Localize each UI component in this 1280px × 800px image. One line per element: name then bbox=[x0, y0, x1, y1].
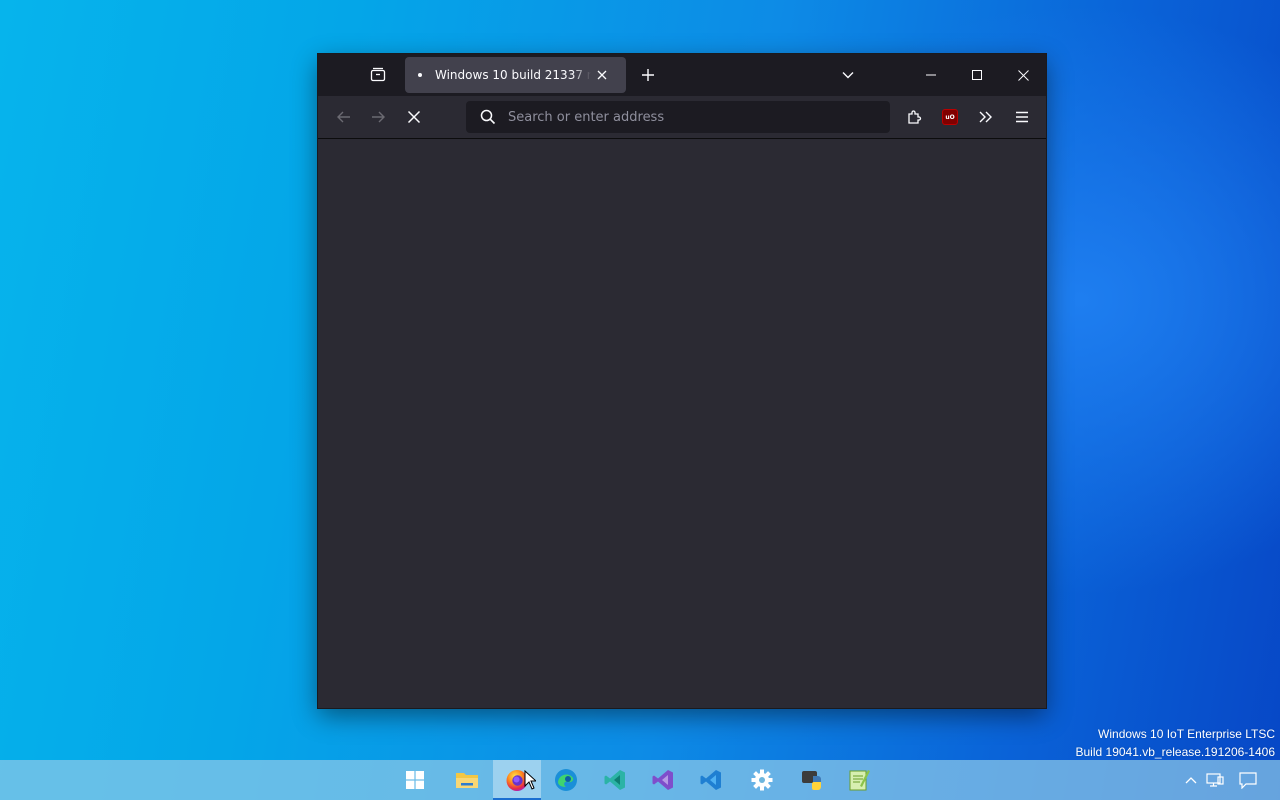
search-icon bbox=[480, 109, 496, 125]
notification-icon bbox=[1239, 771, 1257, 789]
forward-button[interactable] bbox=[362, 101, 394, 133]
chevron-up-icon bbox=[1185, 777, 1197, 784]
maximize-icon bbox=[972, 70, 982, 80]
close-icon bbox=[597, 70, 607, 80]
network-icon bbox=[1206, 773, 1224, 787]
gear-icon bbox=[751, 769, 773, 791]
firefox-window: Windows 10 build 21337 rolls out bbox=[318, 54, 1046, 708]
taskbar-firefox[interactable] bbox=[493, 760, 541, 800]
watermark-edition: Windows 10 IoT Enterprise LTSC bbox=[1098, 727, 1275, 741]
puzzle-icon bbox=[908, 110, 922, 124]
taskbar-python[interactable] bbox=[789, 760, 837, 800]
page-content-area[interactable] bbox=[318, 139, 1046, 708]
navigation-toolbar: uO bbox=[318, 96, 1046, 139]
app-menu-button[interactable] bbox=[1006, 101, 1038, 133]
taskbar-vscode[interactable] bbox=[687, 760, 735, 800]
chevron-down-icon bbox=[842, 72, 854, 79]
taskbar-settings[interactable] bbox=[738, 760, 786, 800]
action-center-button[interactable] bbox=[1235, 760, 1261, 800]
watermark-build: Build 19041.vb_release.191206-1406 bbox=[1075, 745, 1276, 759]
edge-icon bbox=[555, 769, 577, 791]
stop-button[interactable] bbox=[398, 101, 430, 133]
start-button[interactable] bbox=[391, 760, 439, 800]
tab-overview-icon bbox=[370, 67, 386, 82]
close-window-button[interactable] bbox=[1000, 54, 1046, 96]
minimize-button[interactable] bbox=[908, 54, 954, 96]
taskbar-visual-studio[interactable] bbox=[639, 760, 687, 800]
arrow-left-icon bbox=[337, 111, 350, 123]
plus-icon bbox=[642, 69, 654, 81]
folder-icon bbox=[456, 773, 478, 788]
address-bar[interactable] bbox=[466, 101, 890, 133]
tab-overview-button[interactable] bbox=[364, 61, 392, 89]
hamburger-icon bbox=[1016, 111, 1028, 123]
tab-active[interactable]: Windows 10 build 21337 rolls out bbox=[405, 57, 626, 93]
taskbar bbox=[0, 760, 1280, 800]
stop-icon bbox=[407, 110, 421, 124]
tab-bar: Windows 10 build 21337 rolls out bbox=[318, 54, 1046, 96]
tab-close-button[interactable] bbox=[593, 66, 611, 84]
windows-logo-icon bbox=[406, 771, 424, 789]
vscode-insiders-icon bbox=[604, 770, 625, 790]
minimize-icon bbox=[926, 74, 936, 76]
new-tab-button[interactable] bbox=[634, 61, 662, 89]
address-input[interactable] bbox=[506, 108, 870, 126]
network-status-button[interactable] bbox=[1203, 760, 1227, 800]
close-icon bbox=[1017, 69, 1029, 81]
show-hidden-icons-button[interactable] bbox=[1181, 760, 1201, 800]
taskbar-edge[interactable] bbox=[542, 760, 590, 800]
double-chevron-icon bbox=[979, 111, 992, 123]
python-icon bbox=[802, 771, 821, 790]
windows-build-watermark: Windows 10 IoT Enterprise LTSC Build 190… bbox=[1076, 725, 1276, 761]
loading-dot-icon bbox=[415, 72, 425, 78]
taskbar-vscode-insiders[interactable] bbox=[591, 760, 639, 800]
overflow-menu-button[interactable] bbox=[970, 101, 1002, 133]
notepad-plus-plus-icon bbox=[849, 770, 870, 791]
ublock-origin-button[interactable]: uO bbox=[934, 101, 966, 133]
taskbar-file-explorer[interactable] bbox=[443, 760, 491, 800]
visual-studio-icon bbox=[652, 770, 673, 790]
tab-title: Windows 10 build 21337 rolls out bbox=[435, 68, 591, 82]
back-button[interactable] bbox=[328, 101, 360, 133]
ublock-origin-icon: uO bbox=[942, 109, 958, 125]
list-all-tabs-button[interactable] bbox=[834, 61, 862, 89]
mouse-cursor-icon bbox=[524, 770, 536, 790]
vscode-icon bbox=[700, 770, 721, 790]
maximize-button[interactable] bbox=[954, 54, 1000, 96]
taskbar-notepad-plus-plus[interactable] bbox=[835, 760, 883, 800]
arrow-right-icon bbox=[372, 111, 385, 123]
extensions-button[interactable] bbox=[898, 101, 930, 133]
